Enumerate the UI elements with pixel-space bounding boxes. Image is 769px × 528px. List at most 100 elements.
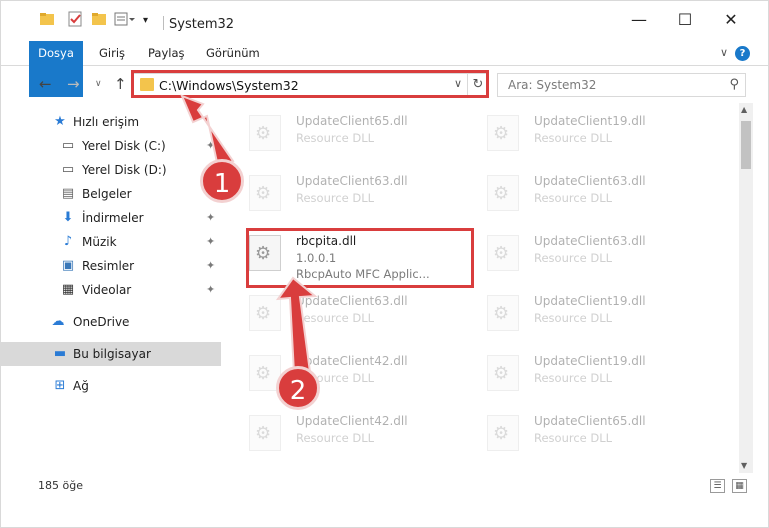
item-count: 185 öğe	[38, 479, 83, 492]
file-name: UpdateClient42.dll	[296, 354, 408, 368]
file-description: Resource DLL	[534, 251, 613, 265]
file-description: Resource DLL	[296, 131, 375, 145]
file-description: Resource DLL	[534, 131, 613, 145]
sidebar-item-label: Yerel Disk (C:)	[82, 139, 166, 153]
file-name: UpdateClient42.dll	[296, 414, 408, 428]
help-icon[interactable]: ?	[735, 46, 750, 61]
forward-arrow-icon[interactable]: →	[67, 75, 80, 93]
scroll-down-icon[interactable]: ▼	[741, 461, 747, 470]
list-item[interactable]: ⚙ UpdateClient63.dll Resource DLL	[469, 229, 699, 285]
dll-file-icon: ⚙	[487, 355, 519, 391]
details-view-icon[interactable]: ☰	[710, 479, 725, 493]
sidebar-item-label: Hızlı erişim	[73, 115, 140, 129]
large-icons-view-icon[interactable]: ▦	[732, 479, 747, 493]
file-name: UpdateClient63.dll	[534, 234, 646, 248]
new-folder-icon[interactable]	[91, 11, 109, 29]
sidebar-item-label: Bu bilgisayar	[73, 347, 151, 361]
search-placeholder: Ara: System32	[508, 78, 597, 92]
dll-file-icon: ⚙	[487, 295, 519, 331]
maximize-button[interactable]: ☐	[662, 7, 708, 37]
sidebar-item-downloads[interactable]: ⬇ İndirmeler ✦	[1, 206, 221, 230]
file-name: UpdateClient19.dll	[534, 294, 646, 308]
sidebar-item-label: Resimler	[82, 259, 135, 273]
sidebar-item-label: Müzik	[82, 235, 117, 249]
list-item[interactable]: ⚙ UpdateClient42.dll Resource DLL	[231, 409, 461, 465]
pin-icon[interactable]: ✦	[206, 139, 215, 152]
sidebar-item-quick-access[interactable]: ★ Hızlı erişim	[1, 110, 221, 134]
list-item[interactable]: ⚙ UpdateClient19.dll Resource DLL	[469, 349, 699, 405]
dll-file-icon: ⚙	[487, 235, 519, 271]
quick-access-menu-icon[interactable]	[114, 11, 135, 29]
sidebar-item-drive-c[interactable]: ▭ Yerel Disk (C:) ✦	[1, 134, 221, 158]
title-bar: ▾ System32 — ☐ ✕	[1, 1, 768, 37]
list-item[interactable]: ⚙ UpdateClient65.dll Resource DLL	[469, 409, 699, 465]
drive-icon: ▭	[61, 162, 75, 177]
sidebar-item-label: Videolar	[82, 283, 132, 297]
back-arrow-icon[interactable]: ←	[39, 75, 52, 93]
search-icon[interactable]: ⚲	[729, 77, 739, 92]
pin-icon[interactable]: ✦	[206, 259, 215, 272]
window-title: System32	[169, 17, 235, 32]
vertical-scrollbar[interactable]: ▲ ▼	[739, 103, 753, 473]
star-icon: ★	[54, 114, 66, 129]
tab-view[interactable]: Görünüm	[196, 41, 270, 66]
scroll-thumb[interactable]	[741, 121, 751, 169]
file-description: Resource DLL	[296, 311, 375, 325]
search-input[interactable]: Ara: System32 ⚲	[497, 73, 746, 97]
list-item[interactable]: ⚙ UpdateClient63.dll Resource DLL	[231, 169, 461, 225]
address-highlight-box	[131, 70, 489, 98]
list-item[interactable]: ⚙ UpdateClient19.dll Resource DLL	[469, 289, 699, 345]
pin-icon[interactable]: ✦	[206, 235, 215, 248]
sidebar-item-this-pc[interactable]: ▬ Bu bilgisayar	[1, 342, 221, 366]
expand-ribbon-icon[interactable]: ∨	[720, 46, 728, 59]
sidebar-item-network[interactable]: ⊞ Ağ	[1, 374, 221, 398]
list-item[interactable]: ⚙ UpdateClient19.dll Resource DLL	[469, 109, 699, 165]
sidebar-item-onedrive[interactable]: ☁ OneDrive	[1, 310, 221, 334]
up-arrow-icon[interactable]: ↑	[114, 75, 127, 93]
sidebar-item-documents[interactable]: ▤ Belgeler ✦	[1, 182, 221, 206]
sidebar-item-videos[interactable]: ▦ Videolar ✦	[1, 278, 221, 302]
tab-share[interactable]: Paylaş	[138, 41, 195, 66]
recent-locations-icon[interactable]: ∨	[95, 79, 102, 89]
minimize-button[interactable]: —	[616, 7, 662, 37]
dll-file-icon: ⚙	[249, 115, 281, 151]
scroll-up-icon[interactable]: ▲	[741, 105, 747, 114]
dll-file-icon: ⚙	[487, 175, 519, 211]
pin-icon[interactable]: ✦	[206, 211, 215, 224]
folder-icon	[39, 11, 57, 29]
sidebar-item-music[interactable]: ♪ Müzik ✦	[1, 230, 221, 254]
dll-file-icon: ⚙	[487, 115, 519, 151]
step-badge-2: 2	[276, 366, 320, 410]
document-icon: ▤	[61, 186, 75, 201]
navigation-pane: ★ Hızlı erişim ▭ Yerel Disk (C:) ✦ ▭ Yer…	[1, 107, 221, 467]
file-name: UpdateClient63.dll	[296, 294, 408, 308]
file-name: UpdateClient19.dll	[534, 354, 646, 368]
title-separator	[163, 16, 164, 30]
sidebar-item-label: OneDrive	[73, 315, 130, 329]
file-description: Resource DLL	[534, 371, 613, 385]
explorer-window: ▾ System32 — ☐ ✕ Dosya Giriş Paylaş Görü…	[0, 0, 769, 528]
list-item[interactable]: ⚙ UpdateClient63.dll Resource DLL	[231, 289, 461, 345]
sidebar-item-label: Ağ	[73, 379, 89, 393]
file-name: UpdateClient63.dll	[534, 174, 646, 188]
pin-icon[interactable]: ✦	[206, 283, 215, 296]
list-item[interactable]: ⚙ UpdateClient42.dll Resource DLL	[231, 349, 461, 405]
customize-toolbar-icon[interactable]: ▾	[143, 15, 161, 33]
sidebar-item-drive-d[interactable]: ▭ Yerel Disk (D:) ✦	[1, 158, 221, 182]
network-icon: ⊞	[54, 378, 66, 393]
file-description: Resource DLL	[534, 191, 613, 205]
file-name: UpdateClient65.dll	[296, 114, 408, 128]
sidebar-item-pictures[interactable]: ▣ Resimler ✦	[1, 254, 221, 278]
list-item[interactable]: ⚙ UpdateClient65.dll Resource DLL	[231, 109, 461, 165]
file-highlight-box	[246, 228, 474, 288]
close-button[interactable]: ✕	[708, 7, 754, 37]
dll-file-icon: ⚙	[249, 295, 281, 331]
file-description: Resource DLL	[534, 311, 613, 325]
status-bar: 185 öğe ☰ ▦	[1, 475, 768, 497]
properties-icon[interactable]	[67, 11, 85, 29]
sidebar-item-label: İndirmeler	[82, 211, 144, 225]
computer-icon: ▬	[53, 346, 67, 361]
list-item[interactable]: ⚙ UpdateClient63.dll Resource DLL	[469, 169, 699, 225]
tab-home[interactable]: Giriş	[89, 41, 135, 66]
dll-file-icon: ⚙	[487, 415, 519, 451]
